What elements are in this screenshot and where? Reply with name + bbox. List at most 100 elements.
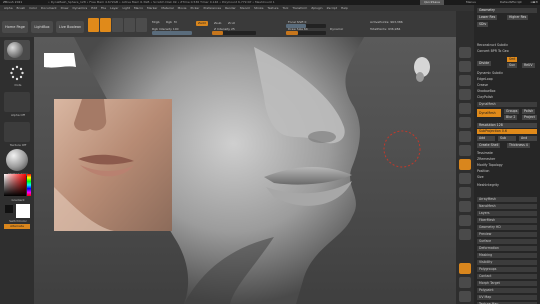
- draw-button[interactable]: [100, 18, 111, 32]
- rotate-view-button[interactable]: [459, 229, 471, 240]
- transp-button[interactable]: [459, 277, 471, 288]
- zoom-button[interactable]: [459, 89, 471, 100]
- section-fibermesh[interactable]: FiberMesh: [477, 218, 537, 223]
- lightbox-button[interactable]: LightBox: [31, 21, 53, 33]
- dynamic-toggle[interactable]: Dynamic: [330, 27, 343, 31]
- section-uv-map[interactable]: UV Map: [477, 295, 537, 300]
- aahalf-button[interactable]: [459, 117, 471, 128]
- section-masking[interactable]: Masking: [477, 253, 537, 258]
- rotate-button[interactable]: [136, 18, 147, 32]
- primary-color-swatch[interactable]: [16, 204, 30, 218]
- section-layers[interactable]: Layers: [477, 211, 537, 216]
- and-button[interactable]: And: [519, 136, 537, 141]
- persp-button[interactable]: [459, 131, 471, 142]
- reuv-toggle[interactable]: ReUV: [522, 63, 535, 68]
- groups-toggle[interactable]: Groups: [504, 109, 520, 114]
- dynamic-subdiv-section[interactable]: Dynamic Subdiv: [477, 71, 537, 76]
- brush-thumbnail[interactable]: [4, 40, 30, 60]
- shadowbox-section[interactable]: ShadowBox: [477, 89, 537, 94]
- secondary-color-swatch[interactable]: [5, 205, 13, 213]
- position-section[interactable]: Position: [477, 169, 537, 174]
- material-sphere[interactable]: [6, 149, 28, 171]
- convert-bpr-button[interactable]: Convert BPR To Geo: [477, 49, 537, 54]
- xyz-button[interactable]: [459, 173, 471, 184]
- edgeloop-section[interactable]: EdgeLoop: [477, 77, 537, 82]
- home-page-button[interactable]: Home Page: [2, 21, 28, 33]
- size-section[interactable]: Size: [477, 175, 537, 180]
- subprojection-slider[interactable]: SubProjection 0.6: [477, 129, 537, 134]
- section-arraymesh[interactable]: ArrayMesh: [477, 197, 537, 202]
- mrgb-toggle[interactable]: Mrgb: [152, 20, 160, 24]
- z-intensity-slider[interactable]: [212, 31, 256, 35]
- zsub-toggle[interactable]: Zsub: [214, 21, 221, 25]
- smt-toggle[interactable]: Smt: [507, 57, 518, 62]
- section-surface[interactable]: Surface: [477, 239, 537, 244]
- resolution-slider[interactable]: Resolution 128: [477, 123, 537, 128]
- sculpted-head-model: [44, 37, 430, 304]
- meshintegrity-section[interactable]: MeshIntegrity: [477, 183, 537, 188]
- move-button[interactable]: [112, 18, 123, 32]
- add-button[interactable]: Add: [477, 136, 495, 141]
- bpr-button[interactable]: [459, 47, 471, 58]
- zoom3d-button[interactable]: [459, 215, 471, 226]
- project-toggle[interactable]: Project: [522, 115, 537, 120]
- active-points: ActivePoints: 963,386: [370, 20, 403, 24]
- texture-thumbnail[interactable]: [4, 122, 30, 142]
- solo-button[interactable]: [459, 291, 471, 302]
- alternate-button[interactable]: Alternate: [4, 224, 30, 229]
- section-contact[interactable]: Contact: [477, 274, 537, 279]
- section-nanomesh[interactable]: NanoMesh: [477, 204, 537, 209]
- suv-toggle[interactable]: Suv: [507, 63, 517, 68]
- geometry-header[interactable]: Geometry: [477, 8, 537, 13]
- section-geometry-hd[interactable]: Geometry HD: [477, 225, 537, 230]
- local-button[interactable]: [459, 159, 471, 170]
- zremesher-section[interactable]: ZRemesher: [477, 157, 537, 162]
- rgb-intensity-slider[interactable]: [152, 31, 192, 35]
- polyf-button[interactable]: [459, 263, 471, 274]
- rgb-toggle[interactable]: Rgb: [166, 20, 172, 24]
- section-polypaint[interactable]: Polypaint: [477, 288, 537, 293]
- dots-stroke-icon: [10, 65, 24, 81]
- scale-button[interactable]: [124, 18, 135, 32]
- lower-res-button[interactable]: Lower Res: [477, 15, 498, 20]
- section-visibility[interactable]: Visibility: [477, 260, 537, 265]
- draw-size-slider[interactable]: [286, 31, 326, 35]
- claypolish-section[interactable]: ClayPolish: [477, 95, 537, 100]
- section-polygroups[interactable]: Polygroups: [477, 267, 537, 272]
- section-morph-target[interactable]: Morph Target: [477, 281, 537, 286]
- polish-toggle[interactable]: Polish: [522, 109, 536, 114]
- divide-button[interactable]: Divide: [477, 61, 492, 66]
- color-picker[interactable]: [4, 174, 26, 196]
- live-boolean-button[interactable]: Live Boolean: [56, 21, 84, 33]
- sdiv-slider[interactable]: SDiv: [477, 22, 489, 27]
- create-shell-button[interactable]: Create Shell: [477, 143, 501, 148]
- floor-button[interactable]: [459, 145, 471, 156]
- frame-button[interactable]: [459, 187, 471, 198]
- reconstruct-subdiv-button[interactable]: Reconstruct Subdiv: [477, 43, 537, 48]
- tessimate-section[interactable]: Tessimate: [477, 151, 537, 156]
- viewport-canvas[interactable]: [34, 37, 456, 304]
- alpha-thumbnail[interactable]: [4, 92, 30, 112]
- hue-strip[interactable]: [27, 174, 31, 196]
- spix-button[interactable]: [459, 61, 471, 72]
- blur-slider[interactable]: Blur 2: [504, 115, 518, 120]
- zcut-toggle[interactable]: Zcut: [228, 21, 235, 25]
- zadd-toggle[interactable]: Zadd: [196, 21, 208, 26]
- higher-res-button[interactable]: Higher Res: [507, 15, 529, 20]
- section-preview[interactable]: Preview: [477, 232, 537, 237]
- sub-button[interactable]: Sub: [498, 136, 516, 141]
- dynamesh-button[interactable]: DynaMesh: [477, 109, 501, 117]
- thickness-slider[interactable]: Thickness 4: [507, 143, 530, 148]
- switch-color-label[interactable]: SwitchColor: [3, 219, 33, 223]
- modify-topology-section[interactable]: Modify Topology: [477, 163, 537, 168]
- move-view-button[interactable]: [459, 201, 471, 212]
- crease-section[interactable]: Crease: [477, 83, 537, 88]
- actual-button[interactable]: [459, 103, 471, 114]
- dynamesh-section[interactable]: DynaMesh: [477, 102, 537, 107]
- section-deformation[interactable]: Deformation: [477, 246, 537, 251]
- m-toggle[interactable]: M: [174, 20, 177, 24]
- edit-button[interactable]: [88, 18, 99, 32]
- scroll-button[interactable]: [459, 75, 471, 86]
- stroke-thumbnail[interactable]: [4, 63, 30, 83]
- navigation-head-icon[interactable]: [414, 57, 430, 82]
